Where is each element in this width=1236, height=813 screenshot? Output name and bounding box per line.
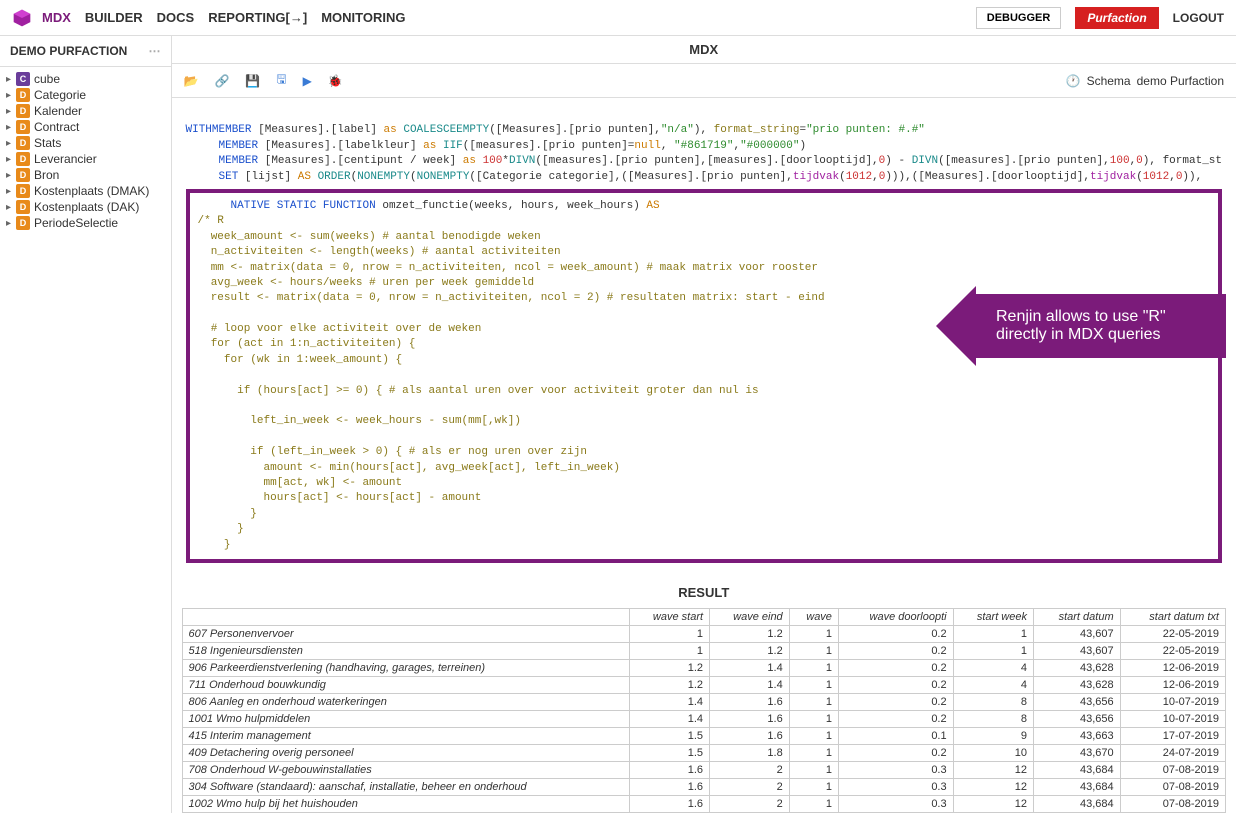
result-section-title: RESULT: [172, 577, 1236, 608]
tree-item[interactable]: ▸D Kostenplaats (DAK): [0, 199, 171, 215]
table-row[interactable]: 1001 Wmo hulpmiddelen1.41.610.2843,65610…: [182, 710, 1226, 727]
tree-badge: D: [16, 136, 30, 150]
caret-icon: ▸: [6, 186, 16, 197]
table-row[interactable]: 906 Parkeerdienstverlening (handhaving, …: [182, 659, 1226, 676]
nav-mdx[interactable]: MDX: [42, 10, 71, 25]
table-row[interactable]: 409 Detachering overig personeel1.51.810…: [182, 744, 1226, 761]
tree-badge: D: [16, 104, 30, 118]
mdx-section-title: MDX: [172, 36, 1236, 64]
tree-badge: D: [16, 152, 30, 166]
table-row[interactable]: 708 Onderhoud W-gebouwinstallaties1.6210…: [182, 761, 1226, 778]
open-icon[interactable]: 📂: [184, 74, 199, 88]
run-icon[interactable]: ▶: [303, 74, 312, 88]
col-header: start week: [953, 608, 1033, 625]
tree-label: cube: [34, 72, 60, 86]
callout-line1: Renjin allows to use "R": [996, 308, 1206, 326]
table-row[interactable]: 518 Ingenieursdiensten11.210.2143,60722-…: [182, 642, 1226, 659]
table-row[interactable]: 607 Personenvervoer11.210.2143,60722-05-…: [182, 625, 1226, 642]
tree-label: Kostenplaats (DMAK): [34, 184, 149, 198]
link-icon[interactable]: 🔗: [214, 74, 229, 88]
clock-icon: 🕐: [1066, 74, 1081, 88]
col-header: start datum txt: [1120, 608, 1225, 625]
tree-item[interactable]: ▸D Leverancier: [0, 151, 171, 167]
debugger-button[interactable]: DEBUGGER: [976, 7, 1062, 29]
nav-builder[interactable]: BUILDER: [85, 10, 143, 25]
caret-icon: ▸: [6, 106, 16, 117]
tree-badge: D: [16, 88, 30, 102]
schema-value[interactable]: demo Purfaction: [1137, 74, 1224, 88]
caret-icon: ▸: [6, 154, 16, 165]
tree-badge: D: [16, 200, 30, 214]
table-row[interactable]: 1002 Wmo hulp bij het huishouden1.6210.3…: [182, 795, 1226, 812]
tree-badge: D: [16, 168, 30, 182]
col-header: wave: [789, 608, 838, 625]
col-header: wave eind: [710, 608, 790, 625]
tree-item[interactable]: ▸D Categorie: [0, 87, 171, 103]
debug-icon[interactable]: 🐞: [328, 74, 343, 88]
col-header: wave start: [629, 608, 709, 625]
tree-item[interactable]: ▸D Bron: [0, 167, 171, 183]
caret-icon: ▸: [6, 170, 16, 181]
tree-item[interactable]: ▸D Contract: [0, 119, 171, 135]
tree-item[interactable]: ▸D PeriodeSelectie: [0, 215, 171, 231]
table-row[interactable]: 711 Onderhoud bouwkundig1.21.410.2443,62…: [182, 676, 1226, 693]
caret-icon: ▸: [6, 74, 16, 85]
tree-badge: D: [16, 216, 30, 230]
table-row[interactable]: 415 Interim management1.51.610.1943,6631…: [182, 727, 1226, 744]
app-logo: [12, 8, 32, 28]
tree-label: Kalender: [34, 104, 82, 118]
caret-icon: ▸: [6, 122, 16, 133]
callout-line2: directly in MDX queries: [996, 326, 1206, 344]
nav-docs[interactable]: DOCS: [157, 10, 195, 25]
tree-badge: D: [16, 184, 30, 198]
schema-label: Schema: [1087, 74, 1131, 88]
sidebar-title: DEMO PURFACTION: [10, 44, 127, 58]
table-row[interactable]: 806 Aanleg en onderhoud waterkeringen1.4…: [182, 693, 1226, 710]
table-row[interactable]: 304 Software (standaard): aanschaf, inst…: [182, 778, 1226, 795]
save-as-icon[interactable]: 🖫: [276, 70, 286, 91]
nav-reporting[→][interactable]: REPORTING[→]: [208, 10, 307, 25]
brand-button[interactable]: Purfaction: [1075, 7, 1158, 29]
logout-link[interactable]: LOGOUT: [1173, 11, 1224, 25]
tree-item[interactable]: ▸D Kalender: [0, 103, 171, 119]
caret-icon: ▸: [6, 90, 16, 101]
tree-badge: C: [16, 72, 30, 86]
result-table: wave startwave eindwavewave doorlooptist…: [182, 608, 1227, 813]
tree-label: Contract: [34, 120, 79, 134]
caret-icon: ▸: [6, 202, 16, 213]
caret-icon: ▸: [6, 138, 16, 149]
callout: Renjin allows to use "R" directly in MDX…: [936, 286, 1226, 366]
tree-label: Stats: [34, 136, 61, 150]
tree-label: PeriodeSelectie: [34, 216, 118, 230]
tree-item[interactable]: ▸D Kostenplaats (DMAK): [0, 183, 171, 199]
tree-label: Leverancier: [34, 152, 97, 166]
nav-monitoring[interactable]: MONITORING: [321, 10, 405, 25]
col-header: [182, 608, 629, 625]
col-header: start datum: [1034, 608, 1121, 625]
col-header: wave doorloopti: [838, 608, 953, 625]
tree-item[interactable]: ▸D Stats: [0, 135, 171, 151]
tree-label: Bron: [34, 168, 59, 182]
tree-label: Categorie: [34, 88, 86, 102]
tree-item[interactable]: ▸Ccube: [0, 71, 171, 87]
sidebar-menu-icon[interactable]: ⋯: [149, 44, 161, 58]
caret-icon: ▸: [6, 218, 16, 229]
save-icon[interactable]: 💾: [245, 74, 260, 88]
tree-label: Kostenplaats (DAK): [34, 200, 139, 214]
tree-badge: D: [16, 120, 30, 134]
